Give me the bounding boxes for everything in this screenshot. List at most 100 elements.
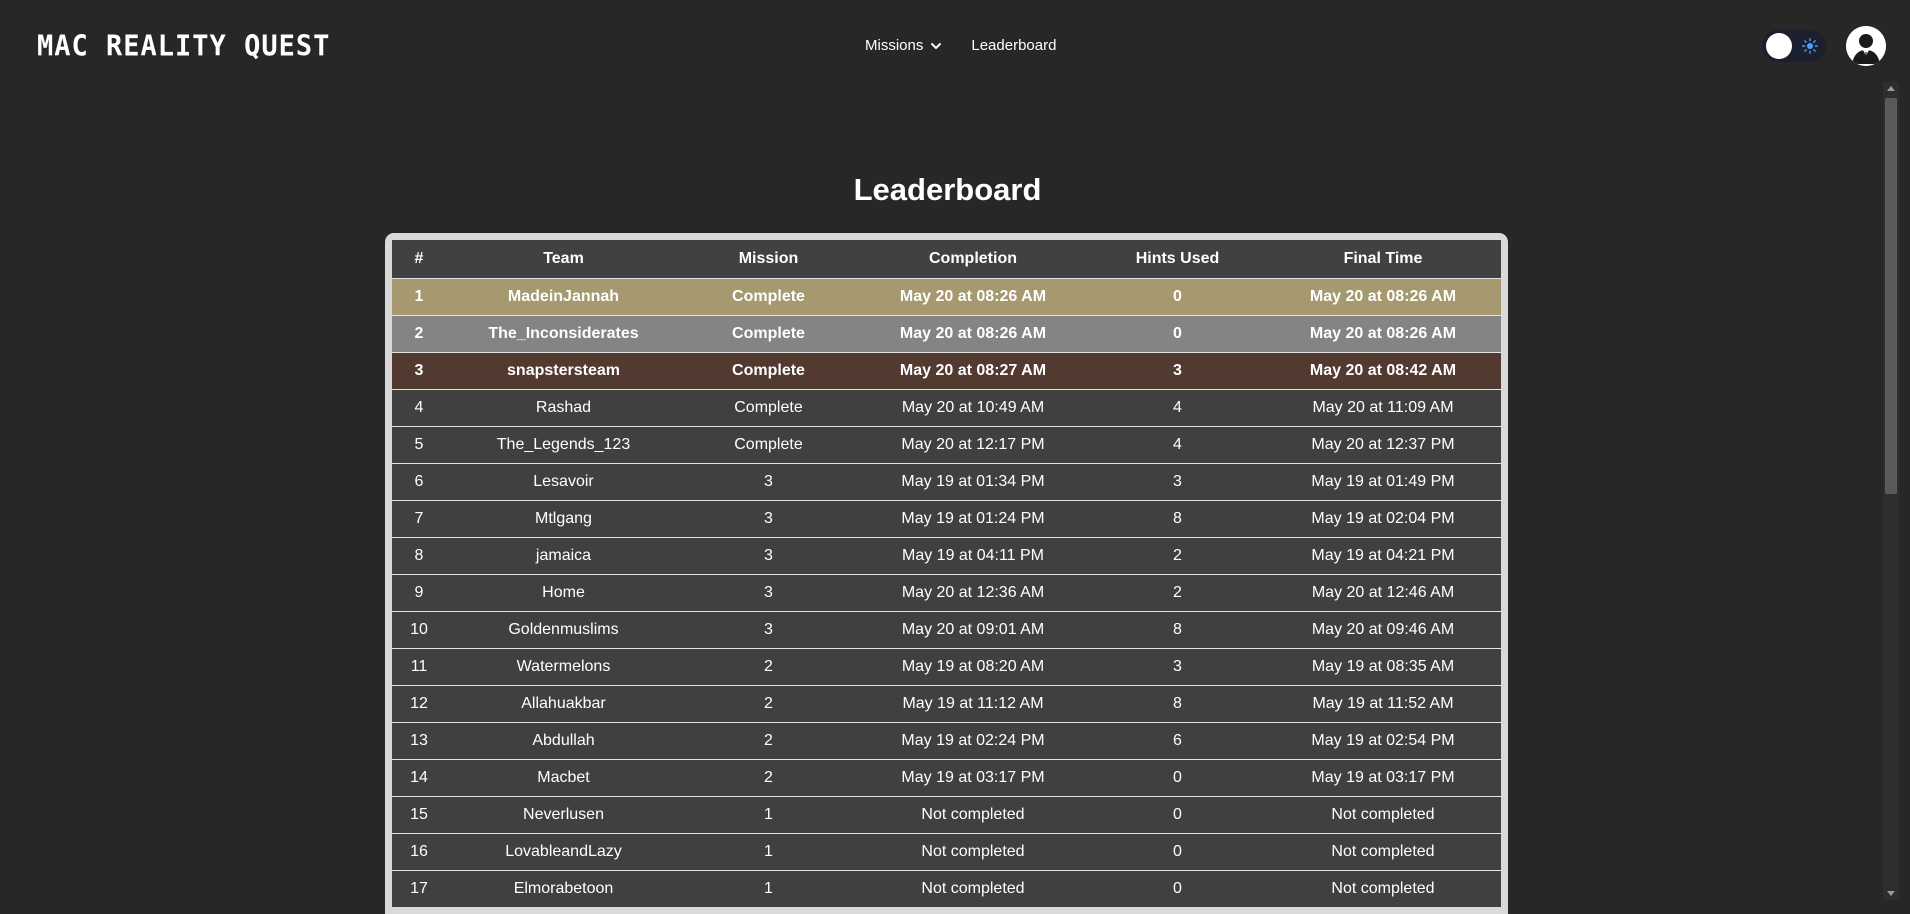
- theme-toggle[interactable]: [1762, 30, 1826, 62]
- team-cell: LovableandLazy: [446, 833, 681, 871]
- completion-cell: May 20 at 08:26 AM: [856, 315, 1090, 353]
- table-row: 17 Elmorabetoon 1 Not completed 0 Not complet…: [392, 870, 1501, 907]
- table-header-row: # Team Mission Completion Hints Used Fin…: [392, 240, 1501, 279]
- completion-cell: Not completed: [856, 833, 1090, 871]
- mission-cell: 1: [681, 796, 856, 834]
- mission-cell: 2: [681, 759, 856, 797]
- final-time-cell: May 19 at 02:04 PM: [1265, 500, 1501, 538]
- completion-cell: Not completed: [856, 870, 1090, 907]
- rank-cell: 13: [392, 722, 446, 760]
- completion-cell: May 19 at 04:11 PM: [856, 537, 1090, 575]
- mission-cell: 3: [681, 537, 856, 575]
- scroll-down-icon[interactable]: [1887, 891, 1895, 896]
- completion-cell: May 20 at 10:49 AM: [856, 389, 1090, 427]
- completion-cell: May 20 at 08:26 AM: [856, 278, 1090, 316]
- team-cell: Watermelons: [446, 648, 681, 686]
- rank-cell: 6: [392, 463, 446, 501]
- final-time-cell: May 19 at 03:17 PM: [1265, 759, 1501, 797]
- team-cell: The_Legends_123: [446, 426, 681, 464]
- rank-cell: 11: [392, 648, 446, 686]
- team-cell: Goldenmuslims: [446, 611, 681, 649]
- hints-cell: 8: [1090, 500, 1265, 538]
- completion-cell: May 19 at 08:20 AM: [856, 648, 1090, 686]
- hints-cell: 2: [1090, 574, 1265, 612]
- page: MAC REALITY QUEST Missions Leaderboard L…: [0, 0, 1910, 914]
- final-time-cell: May 20 at 12:46 AM: [1265, 574, 1501, 612]
- team-cell: Neverlusen: [446, 796, 681, 834]
- final-time-cell: May 19 at 01:49 PM: [1265, 463, 1501, 501]
- mission-cell: 3: [681, 500, 856, 538]
- completion-cell: May 19 at 01:34 PM: [856, 463, 1090, 501]
- rank-cell: 3: [392, 352, 446, 390]
- page-title: Leaderboard: [853, 172, 1042, 207]
- mission-cell: Complete: [681, 426, 856, 464]
- hints-cell: 0: [1090, 278, 1265, 316]
- user-avatar-icon[interactable]: [1846, 26, 1886, 66]
- completion-cell: May 19 at 03:17 PM: [856, 759, 1090, 797]
- completion-cell: May 19 at 02:24 PM: [856, 722, 1090, 760]
- completion-cell: May 19 at 11:12 AM: [856, 685, 1090, 723]
- table-row: 5 The_Legends_123 Complete May 20 at 12:17 …: [392, 426, 1501, 464]
- column-header-final-time[interactable]: Final Time: [1265, 240, 1501, 279]
- mission-cell: 2: [681, 648, 856, 686]
- final-time-cell: May 20 at 08:26 AM: [1265, 278, 1501, 316]
- final-time-cell: Not completed: [1265, 833, 1501, 871]
- hints-cell: 0: [1090, 796, 1265, 834]
- table-row: 13 Abdullah 2 May 19 at 02:24 PM 6 May 19 at …: [392, 722, 1501, 760]
- hints-cell: 4: [1090, 426, 1265, 464]
- rank-cell: 2: [392, 315, 446, 353]
- column-header-completion[interactable]: Completion: [856, 240, 1090, 279]
- mission-cell: Complete: [681, 278, 856, 316]
- scroll-up-icon[interactable]: [1887, 86, 1895, 91]
- nav-leaderboard[interactable]: Leaderboard: [971, 37, 1056, 54]
- column-header-rank[interactable]: #: [392, 240, 446, 279]
- hints-cell: 8: [1090, 611, 1265, 649]
- mission-cell: 2: [681, 722, 856, 760]
- team-cell: Lesavoir: [446, 463, 681, 501]
- column-header-mission[interactable]: Mission: [681, 240, 856, 279]
- rank-cell: 9: [392, 574, 446, 612]
- column-header-hints-used[interactable]: Hints Used: [1090, 240, 1265, 279]
- completion-cell: May 20 at 12:17 PM: [856, 426, 1090, 464]
- final-time-cell: Not completed: [1265, 796, 1501, 834]
- hints-cell: 3: [1090, 463, 1265, 501]
- final-time-cell: May 19 at 04:21 PM: [1265, 537, 1501, 575]
- column-header-team[interactable]: Team: [446, 240, 681, 279]
- table-body: 1 MadeinJannah Complete May 20 at 08:26 AM 0…: [392, 278, 1501, 907]
- rank-cell: 14: [392, 759, 446, 797]
- table-row: 6 Lesavoir 3 May 19 at 01:34 PM 3 May 19 at 0…: [392, 463, 1501, 501]
- mission-cell: Complete: [681, 315, 856, 353]
- final-time-cell: Not completed: [1265, 870, 1501, 907]
- nav-missions-label: Missions: [865, 37, 924, 54]
- rank-cell: 16: [392, 833, 446, 871]
- final-time-cell: May 19 at 11:52 AM: [1265, 685, 1501, 723]
- table-row: 12 Allahuakbar 2 May 19 at 11:12 AM 8 May 19 …: [392, 685, 1501, 723]
- hints-cell: 0: [1090, 759, 1265, 797]
- scroll-thumb[interactable]: [1885, 98, 1897, 494]
- hints-cell: 0: [1090, 315, 1265, 353]
- team-cell: Macbet: [446, 759, 681, 797]
- toggle-knob: [1766, 33, 1792, 59]
- hints-cell: 4: [1090, 389, 1265, 427]
- rank-cell: 8: [392, 537, 446, 575]
- rank-cell: 12: [392, 685, 446, 723]
- final-time-cell: May 20 at 08:42 AM: [1265, 352, 1501, 390]
- hints-cell: 0: [1090, 833, 1265, 871]
- sun-icon: [1802, 38, 1818, 54]
- table-row: 1 MadeinJannah Complete May 20 at 08:26 AM 0…: [392, 278, 1501, 316]
- team-cell: Elmorabetoon: [446, 870, 681, 907]
- rank-cell: 5: [392, 426, 446, 464]
- team-cell: Abdullah: [446, 722, 681, 760]
- site-logo[interactable]: MAC REALITY QUEST: [37, 30, 330, 63]
- completion-cell: Not completed: [856, 796, 1090, 834]
- table-row: 16 LovableandLazy 1 Not completed 0 Not compl…: [392, 833, 1501, 871]
- rank-cell: 7: [392, 500, 446, 538]
- rank-cell: 4: [392, 389, 446, 427]
- final-time-cell: May 19 at 02:54 PM: [1265, 722, 1501, 760]
- rank-cell: 17: [392, 870, 446, 907]
- table-row: 10 Goldenmuslims 3 May 20 at 09:01 AM 8 May 2…: [392, 611, 1501, 649]
- mission-cell: 2: [681, 685, 856, 723]
- team-cell: Mtlgang: [446, 500, 681, 538]
- table-row: 11 Watermelons 2 May 19 at 08:20 AM 3 May 19 …: [392, 648, 1501, 686]
- nav-missions[interactable]: Missions: [865, 37, 943, 54]
